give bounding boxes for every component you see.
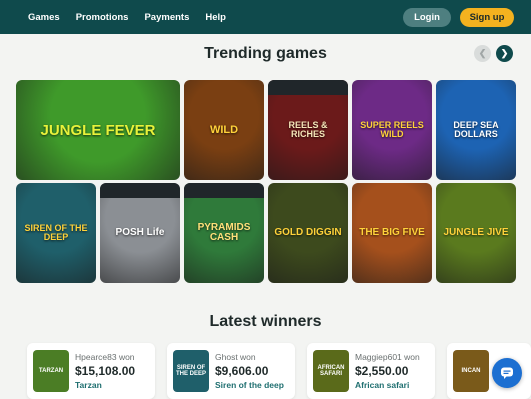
game-tile-reels-riches[interactable]: REELS & RICHES [268, 80, 348, 180]
winner-game-thumbnail[interactable]: SIREN OF THE DEEP [173, 350, 209, 392]
winner-username: Ghost won [215, 352, 256, 362]
winner-game-link[interactable]: Siren of the deep [215, 380, 284, 390]
latest-winners-title: Latest winners [209, 313, 322, 330]
tile-top-band [100, 183, 180, 198]
winner-amount: $9,606.00 [215, 364, 269, 378]
game-tile-gold-diggin[interactable]: GOLD DIGGIN [268, 183, 348, 283]
nav-promotions[interactable]: Promotions [76, 12, 129, 23]
game-tile-pyramids-cash[interactable]: PYRAMIDS CASH [184, 183, 264, 283]
main-nav: Games Promotions Payments Help [28, 0, 226, 34]
game-title: POSH Life [115, 227, 165, 238]
login-button[interactable]: Login [403, 8, 451, 27]
winner-game-thumbnail[interactable]: TARZAN [33, 350, 69, 392]
game-tile-siren-of-the-deep[interactable]: SIREN OF THE DEEP [16, 183, 96, 283]
chevron-right-icon: ❯ [500, 48, 509, 58]
game-title: JUNGLE JIVE [443, 227, 509, 238]
winner-amount: $15,108.00 [75, 364, 136, 378]
tile-top-band [268, 80, 348, 95]
game-tile-super-reels-wild[interactable]: SUPER REELS WILD [352, 80, 432, 180]
chevron-left-icon: ❮ [478, 48, 487, 58]
signup-button[interactable]: Sign up [460, 8, 514, 27]
top-nav-bar: Games Promotions Payments Help Login Sig… [0, 0, 531, 34]
chat-bubble-icon [501, 367, 513, 379]
game-title: JUNGLE FEVER [40, 121, 156, 139]
game-title: PYRAMIDS CASH [197, 222, 251, 243]
winner-game-link[interactable]: Tarzan [75, 380, 102, 390]
game-title: THE BIG FIVE [359, 227, 425, 238]
trending-games-title: Trending games [204, 45, 327, 62]
game-tile-jungle-fever[interactable]: JUNGLE FEVER [16, 80, 180, 180]
game-tile-big-five[interactable]: THE BIG FIVE [352, 183, 432, 283]
game-title: REELS & RICHES [288, 120, 328, 139]
winner-game-thumbnail[interactable]: INCAN [453, 350, 489, 392]
winner-card[interactable]: TARZAN Hpearce83 won $15,108.00 Tarzan [27, 343, 155, 399]
winner-card[interactable]: SIREN OF THE DEEP Ghost won $9,606.00 Si… [167, 343, 295, 399]
nav-payments[interactable]: Payments [144, 12, 189, 23]
winner-amount: $2,550.00 [355, 364, 409, 378]
winner-game-thumbnail[interactable]: AFRICAN SAFARI [313, 350, 349, 392]
carousel-prev-button[interactable]: ❮ [474, 45, 491, 62]
nav-help[interactable]: Help [205, 12, 226, 23]
carousel-next-button[interactable]: ❯ [496, 45, 513, 62]
nav-games[interactable]: Games [28, 12, 60, 23]
game-title: WILD [209, 123, 239, 136]
winner-card[interactable]: AFRICAN SAFARI Maggiep601 won $2,550.00 … [307, 343, 435, 399]
winner-game-link[interactable]: African safari [355, 380, 409, 390]
game-tile-posh-life[interactable]: POSH Life [100, 183, 180, 283]
winner-username: Maggiep601 won [355, 352, 420, 362]
winner-username: Hpearce83 won [75, 352, 135, 362]
tile-top-band [184, 183, 264, 198]
game-title: DEEP SEA DOLLARS [453, 120, 499, 139]
chat-button[interactable] [492, 358, 522, 388]
game-tile-wild-lion[interactable]: WILD [184, 80, 264, 180]
game-title: GOLD DIGGIN [274, 227, 342, 238]
game-title: SIREN OF THE DEEP [24, 223, 88, 242]
game-tile-deep-sea-dollars[interactable]: DEEP SEA DOLLARS [436, 80, 516, 180]
game-title: SUPER REELS WILD [360, 120, 424, 139]
game-tile-jungle-jive[interactable]: JUNGLE JIVE [436, 183, 516, 283]
